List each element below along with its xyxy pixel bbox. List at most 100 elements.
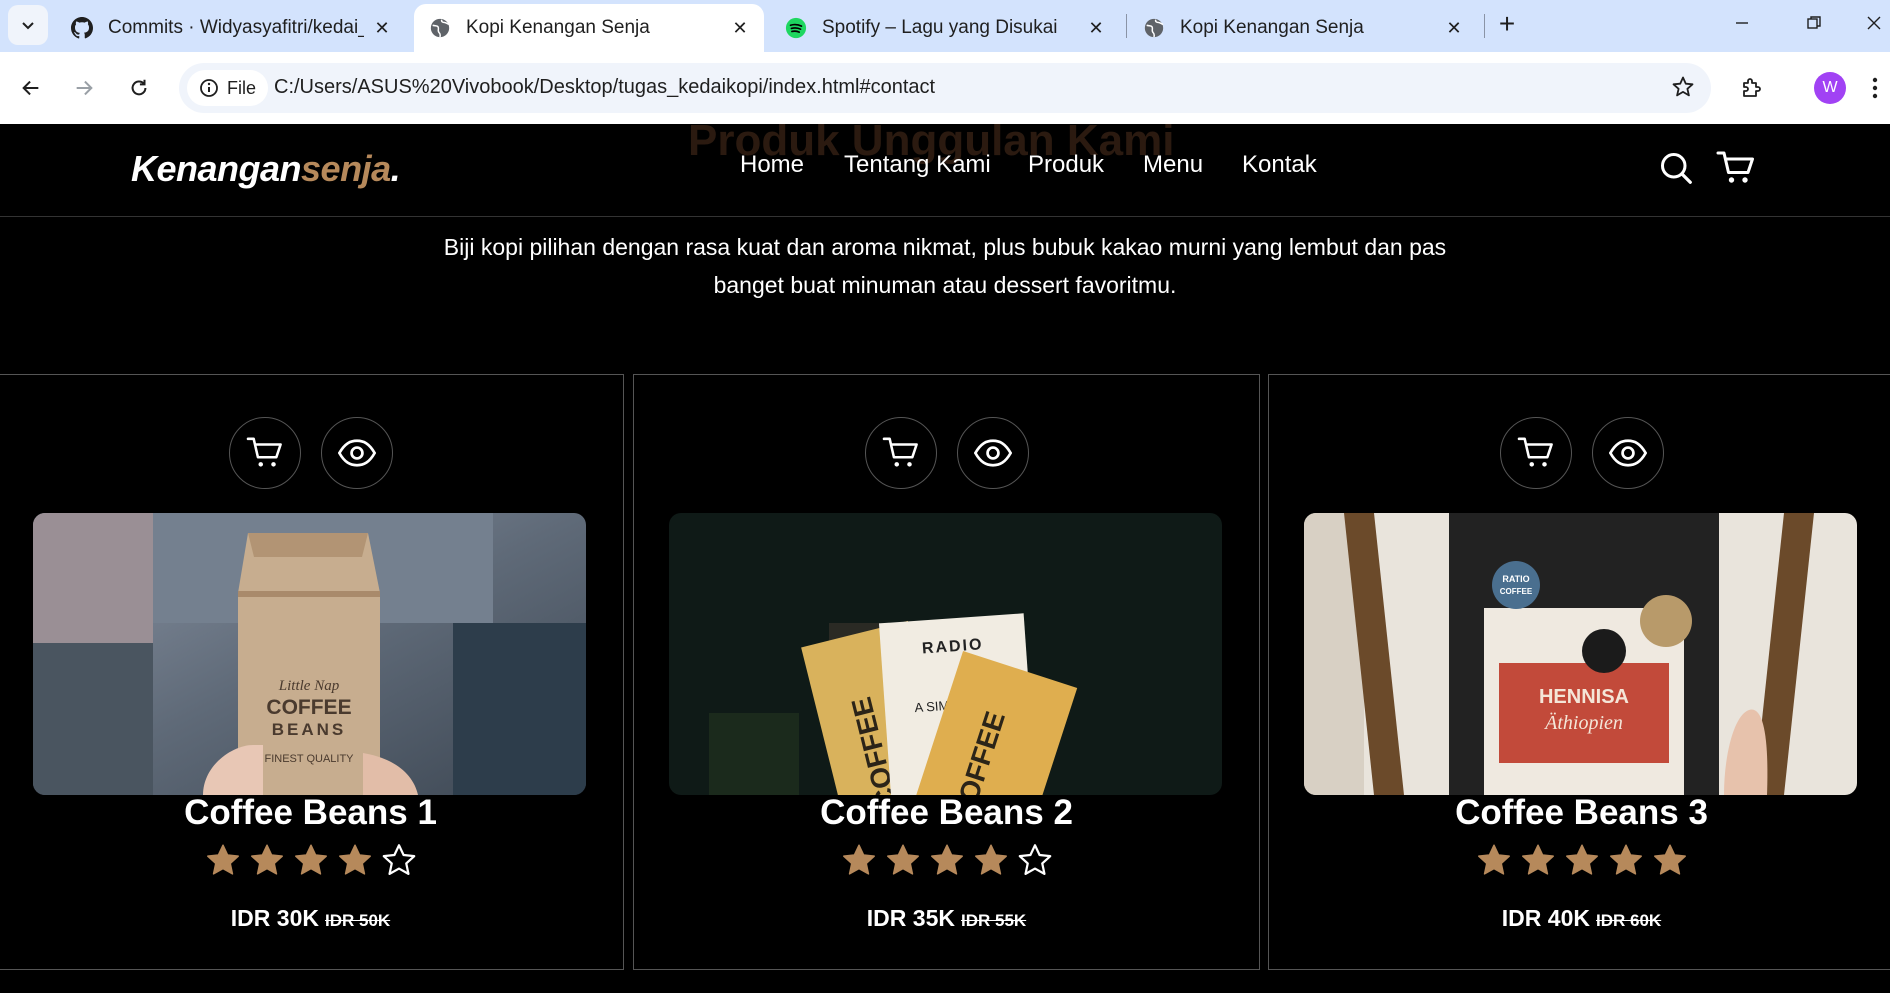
shopping-cart-icon bbox=[246, 437, 282, 467]
close-icon[interactable]: ✕ bbox=[1444, 18, 1464, 39]
section-subtitle: Biji kopi pilihan dengan rasa kuat dan a… bbox=[443, 234, 1447, 298]
star-filled-icon bbox=[930, 844, 963, 875]
url-text[interactable]: C:/Users/ASUS%20Vivobook/Desktop/tugas_k… bbox=[274, 76, 935, 99]
browser-toolbar: File C:/Users/ASUS%20Vivobook/Desktop/tu… bbox=[0, 52, 1890, 124]
star-filled-icon bbox=[886, 844, 919, 875]
product-card-1: Little Nap COFFEE BEANS FINEST QUALITY C… bbox=[0, 374, 624, 970]
star-filled-icon bbox=[250, 844, 283, 875]
profile-avatar[interactable]: W bbox=[1814, 72, 1846, 104]
rating-stars bbox=[0, 843, 623, 877]
search-icon[interactable] bbox=[1658, 150, 1694, 191]
add-to-cart-button[interactable] bbox=[864, 417, 937, 489]
site-info-chip[interactable]: File bbox=[187, 70, 269, 106]
globe-icon bbox=[428, 16, 452, 40]
tab-kopi-kenangan-active[interactable]: Kopi Kenangan Senja ✕ bbox=[414, 4, 764, 52]
star-empty-icon bbox=[1018, 844, 1051, 876]
bag-quality-text: FINEST QUALITY bbox=[264, 753, 354, 765]
restore-icon bbox=[1807, 16, 1821, 29]
product-price: IDR 35K IDR 55K bbox=[634, 905, 1259, 932]
close-icon[interactable]: ✕ bbox=[730, 18, 750, 39]
rating-stars bbox=[1269, 843, 1890, 877]
arrow-right-icon bbox=[76, 80, 93, 96]
view-product-button[interactable] bbox=[320, 417, 393, 489]
nav-link-kontak[interactable]: Kontak bbox=[1242, 151, 1317, 179]
tab-strip: Commits · Widyasyafitri/kedai_k ✕ Kopi K… bbox=[0, 0, 1890, 52]
minimize-icon bbox=[1736, 22, 1748, 24]
shopping-cart-icon[interactable] bbox=[1716, 150, 1756, 191]
product-title: Coffee Beans 3 bbox=[1455, 793, 1708, 832]
site-navbar: Kenangansenja. Home Tentang Kami Produk … bbox=[0, 124, 1890, 217]
star-filled-icon bbox=[1521, 844, 1554, 875]
product-title: Coffee Beans 2 bbox=[820, 793, 1073, 832]
star-filled-icon bbox=[206, 844, 239, 875]
bag-sticker-text-2: COFFEE bbox=[1500, 587, 1533, 596]
nav-link-menu[interactable]: Menu bbox=[1143, 151, 1203, 179]
bag-brand-text: Little Nap bbox=[278, 678, 340, 694]
tab-kopi-kenangan-2[interactable]: Kopi Kenangan Senja ✕ bbox=[1128, 4, 1478, 52]
back-button[interactable] bbox=[11, 68, 51, 108]
logo-main: Kenangan bbox=[131, 148, 302, 189]
product-title: Coffee Beans 1 bbox=[184, 793, 437, 832]
eye-icon bbox=[973, 439, 1012, 467]
nav-link-produk[interactable]: Produk bbox=[1028, 151, 1104, 179]
nav-link-home[interactable]: Home bbox=[740, 151, 804, 179]
forward-button[interactable] bbox=[64, 68, 104, 108]
old-price: IDR 55K bbox=[961, 911, 1027, 930]
current-price: IDR 40K bbox=[1501, 905, 1590, 931]
address-bar[interactable]: File C:/Users/ASUS%20Vivobook/Desktop/tu… bbox=[179, 63, 1711, 113]
nav-link-tentang-kami[interactable]: Tentang Kami bbox=[844, 151, 991, 179]
tab-divider bbox=[1484, 14, 1485, 38]
kebab-menu-icon bbox=[1872, 77, 1878, 99]
tab-search-button[interactable] bbox=[8, 5, 48, 45]
card-actions bbox=[0, 417, 623, 489]
close-icon[interactable]: ✕ bbox=[372, 18, 392, 39]
star-empty-icon bbox=[382, 844, 415, 876]
restore-button[interactable] bbox=[1794, 8, 1834, 38]
close-icon[interactable]: ✕ bbox=[1086, 18, 1106, 39]
shopping-cart-icon bbox=[1517, 437, 1553, 467]
product-price: IDR 30K IDR 50K bbox=[0, 905, 623, 932]
reload-button[interactable] bbox=[119, 68, 159, 108]
product-image-3: RATIO COFFEE HENNISA Äthiopien bbox=[1304, 513, 1857, 795]
card-actions bbox=[1269, 417, 1890, 489]
tab-spotify[interactable]: Spotify – Lagu yang Disukai ✕ bbox=[770, 4, 1120, 52]
site-info-label: File bbox=[227, 77, 257, 98]
tab-label: Kopi Kenangan Senja bbox=[1180, 17, 1364, 38]
star-filled-icon bbox=[1609, 844, 1642, 875]
site-logo[interactable]: Kenangansenja. bbox=[131, 148, 401, 190]
add-to-cart-button[interactable] bbox=[228, 417, 301, 489]
arrow-left-icon bbox=[22, 80, 39, 96]
product-price: IDR 40K IDR 60K bbox=[1269, 905, 1890, 932]
product-card-3: RATIO COFFEE HENNISA Äthiopien Coffee Be… bbox=[1268, 374, 1890, 970]
view-product-button[interactable] bbox=[1591, 417, 1664, 489]
bag-sticker-text: RATIO bbox=[1502, 574, 1529, 584]
star-filled-icon bbox=[842, 844, 875, 875]
star-filled-icon bbox=[1477, 844, 1510, 875]
bag-country-text: Äthiopien bbox=[1543, 711, 1623, 734]
old-price: IDR 60K bbox=[1596, 911, 1662, 930]
minimize-button[interactable] bbox=[1722, 8, 1762, 38]
close-icon bbox=[1867, 16, 1881, 30]
reload-icon bbox=[131, 79, 147, 96]
tab-github-commits[interactable]: Commits · Widyasyafitri/kedai_k ✕ bbox=[56, 4, 406, 52]
old-price: IDR 50K bbox=[325, 911, 391, 930]
eye-icon bbox=[1608, 439, 1647, 467]
logo-dot: . bbox=[390, 148, 401, 189]
star-filled-icon bbox=[1653, 844, 1686, 875]
browser-menu-button[interactable] bbox=[1860, 68, 1890, 108]
tab-label: Spotify – Lagu yang Disukai bbox=[822, 17, 1058, 38]
view-product-button[interactable] bbox=[956, 417, 1029, 489]
chevron-down-icon bbox=[22, 22, 34, 30]
logo-accent: senja bbox=[301, 148, 391, 189]
extensions-button[interactable] bbox=[1731, 68, 1771, 108]
bag-origin-text: HENNISA bbox=[1539, 686, 1629, 708]
bookmark-star-icon[interactable] bbox=[1671, 75, 1695, 104]
page-viewport: Produk Unggulan Kami Kenangansenja. Home… bbox=[0, 124, 1890, 993]
tab-label: Kopi Kenangan Senja bbox=[466, 17, 650, 38]
current-price: IDR 35K bbox=[866, 905, 955, 931]
bag-label-text-2: BEANS bbox=[272, 720, 347, 739]
star-filled-icon bbox=[974, 844, 1007, 875]
new-tab-button[interactable]: + bbox=[1492, 10, 1522, 40]
window-close-button[interactable] bbox=[1858, 8, 1890, 38]
add-to-cart-button[interactable] bbox=[1499, 417, 1572, 489]
